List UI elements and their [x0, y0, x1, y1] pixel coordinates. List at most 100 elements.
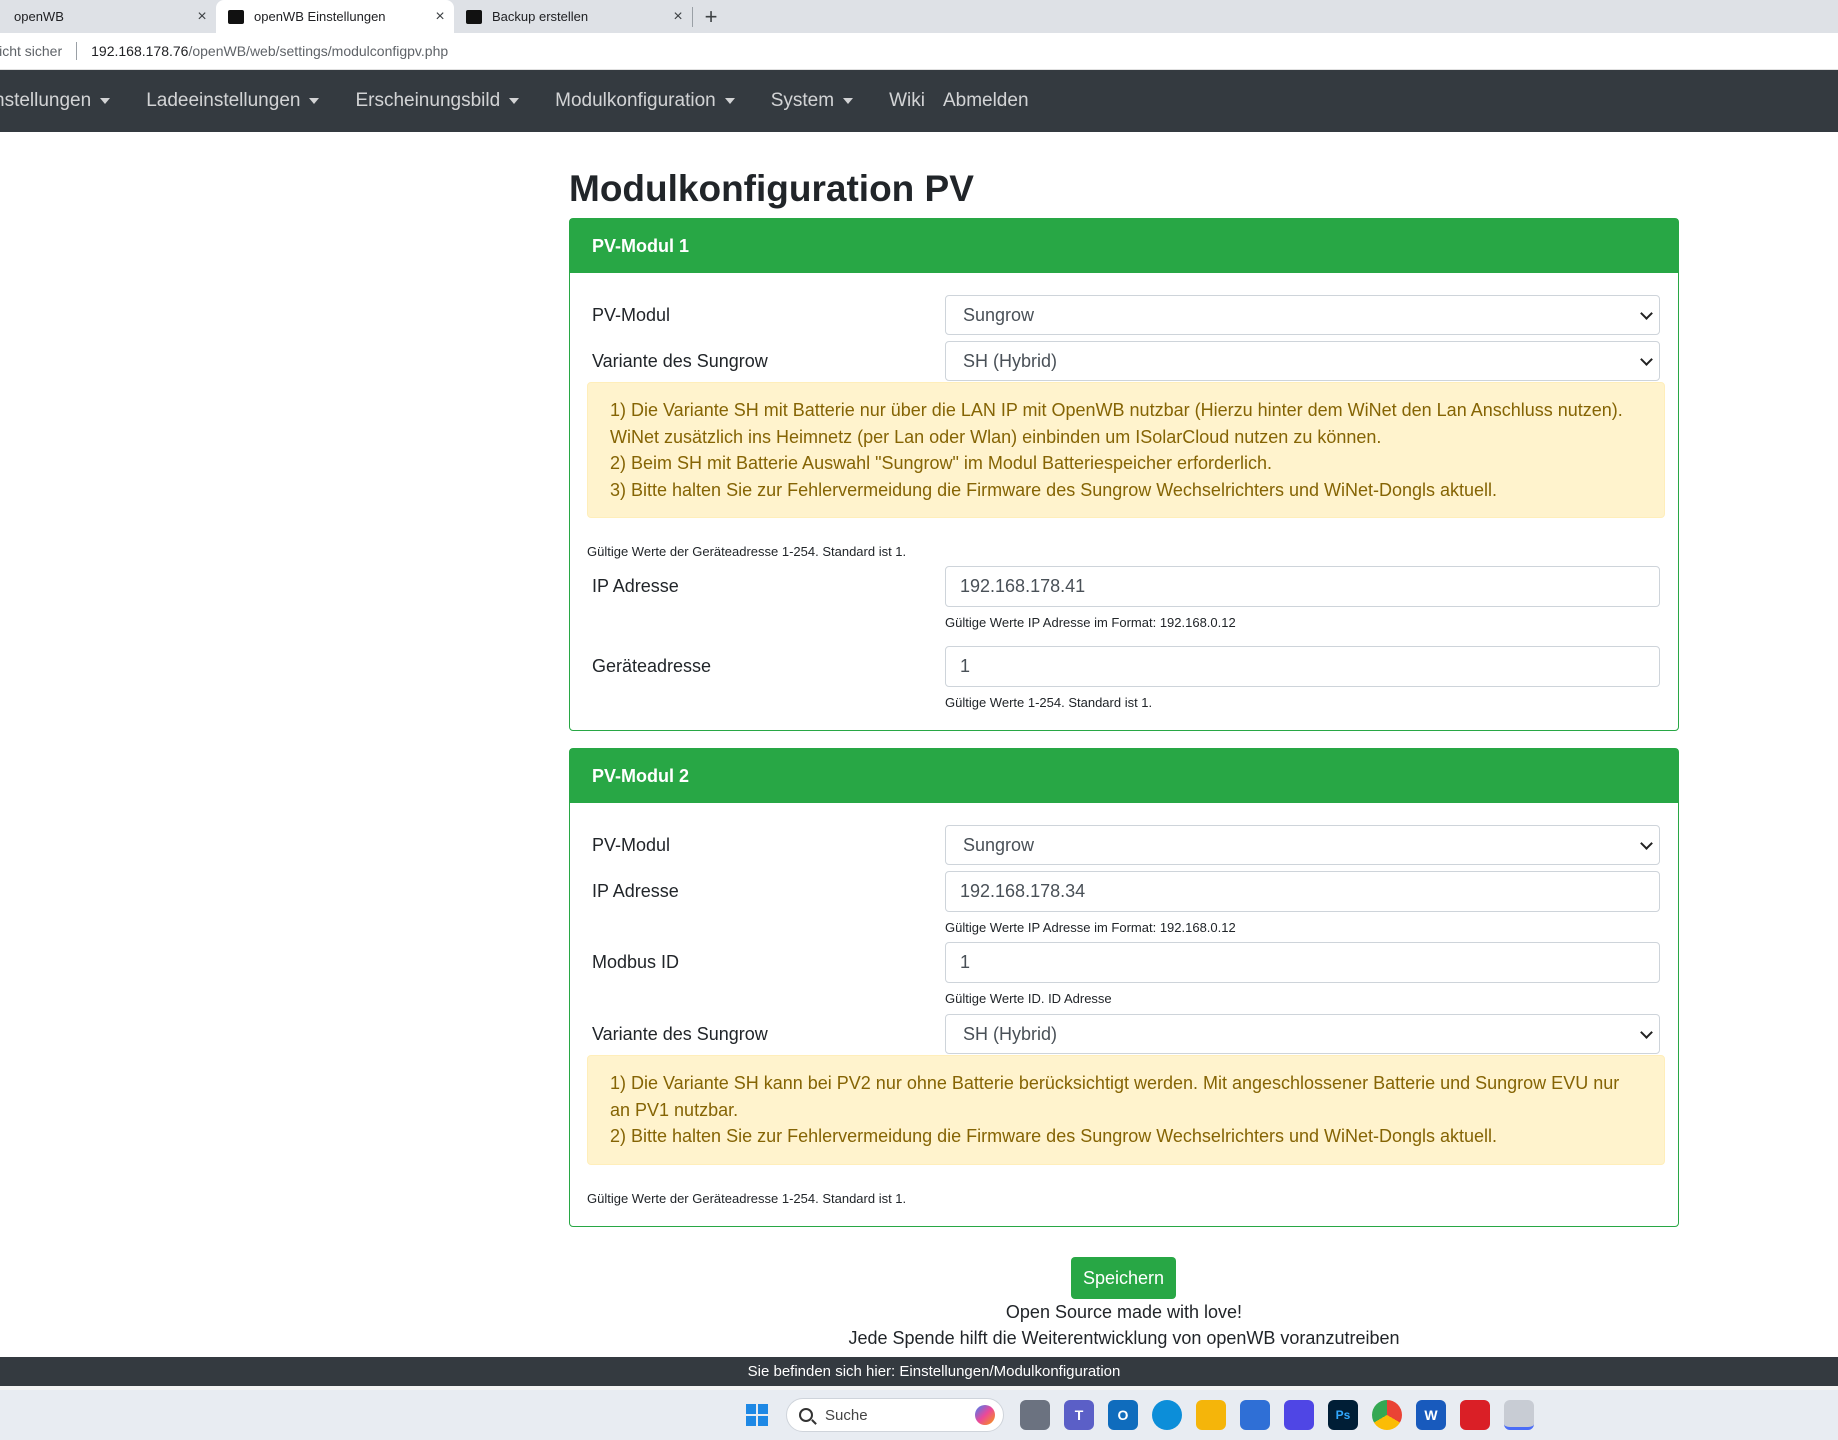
- word-icon[interactable]: W: [1416, 1400, 1446, 1430]
- ip-address-input[interactable]: 192.168.178.41: [945, 566, 1660, 607]
- outlook-icon[interactable]: O: [1108, 1400, 1138, 1430]
- copilot-icon[interactable]: [975, 1405, 995, 1425]
- footer-line-2: Jede Spende hilft die Weiterentwicklung …: [848, 1328, 1400, 1348]
- pv-modul-select[interactable]: Sungrow: [945, 295, 1660, 335]
- pv-modul-2-card: PV-Modul 2 PV-Modul Sungrow IP Adresse 1…: [569, 748, 1679, 1227]
- store-icon[interactable]: [1240, 1400, 1270, 1430]
- teams-icon[interactable]: T: [1064, 1400, 1094, 1430]
- nav-abmelden[interactable]: Abmelden: [925, 90, 1047, 112]
- form-row: PV-Modul Sungrow: [587, 825, 1660, 865]
- nav-label: Ladeeinstellungen: [146, 90, 301, 111]
- card-body: PV-Modul Sungrow IP Adresse 192.168.178.…: [570, 803, 1678, 1226]
- caret-down-icon: [509, 98, 520, 104]
- task-view-icon[interactable]: [1020, 1400, 1050, 1430]
- alert-line: 3) Bitte halten Sie zur Fehlervermeidung…: [610, 479, 1498, 500]
- select-value: SH (Hybrid): [963, 1023, 1058, 1044]
- select-value: Sungrow: [963, 304, 1035, 325]
- nav-label: Erscheinungsbild: [355, 90, 501, 111]
- nav-label: Wiki: [889, 90, 925, 111]
- select-value: SH (Hybrid): [963, 350, 1058, 371]
- nav-einstellungen[interactable]: nstellungen: [0, 90, 128, 112]
- nav-wiki[interactable]: Wiki: [871, 90, 925, 112]
- ip-help-text: Gültige Werte IP Adresse im Format: 192.…: [945, 615, 1236, 630]
- device-help-text: Gültige Werte 1-254. Standard ist 1.: [945, 695, 1153, 710]
- photoshop-icon[interactable]: Ps: [1328, 1400, 1358, 1430]
- chevron-down-icon: [1639, 838, 1653, 852]
- chevron-down-icon: [1639, 1027, 1653, 1041]
- browser-tab-label: openWB: [14, 9, 64, 24]
- footer-line-1: Open Source made with love!: [1005, 1302, 1243, 1322]
- device-address-help: Gültige Werte der Geräteadresse 1-254. S…: [587, 544, 907, 559]
- windows-taskbar: Suche T O Ps W: [0, 1390, 1838, 1440]
- caret-down-icon: [309, 98, 320, 104]
- chevron-down-icon: [1639, 354, 1653, 368]
- ip-address-input[interactable]: 192.168.178.34: [945, 871, 1660, 912]
- file-explorer-icon[interactable]: [1196, 1400, 1226, 1430]
- edge-icon[interactable]: [1152, 1400, 1182, 1430]
- app-icon[interactable]: [1284, 1400, 1314, 1430]
- form-row: Variante des Sungrow SH (Hybrid): [587, 1014, 1660, 1054]
- ctrl: Sungrow: [945, 295, 1660, 335]
- ctrl: 1 Gültige Werte 1-254. Standard ist 1.: [945, 646, 1660, 710]
- close-tab-icon[interactable]: ×: [188, 8, 216, 26]
- alert-line: 1) Die Variante SH kann bei PV2 nur ohne…: [610, 1073, 1620, 1120]
- nav-modulkonfiguration[interactable]: Modulkonfiguration: [537, 90, 753, 112]
- browser-tab-label: openWB Einstellungen: [254, 9, 386, 24]
- pv-modul-select[interactable]: Sungrow: [945, 825, 1660, 865]
- card-header: PV-Modul 1: [570, 219, 1678, 273]
- browser-tab-backup-erstellen[interactable]: Backup erstellen ×: [454, 0, 692, 33]
- chrome-icon[interactable]: [1372, 1400, 1402, 1430]
- device-address-help: Gültige Werte der Geräteadresse 1-254. S…: [587, 1190, 907, 1206]
- snipping-tool-icon[interactable]: [1504, 1400, 1534, 1430]
- openwb-favicon-icon: [228, 9, 244, 24]
- field-label: IP Adresse: [592, 576, 679, 596]
- url-host[interactable]: 192.168.178.76: [91, 43, 188, 59]
- nav-label: Modulkonfiguration: [555, 90, 716, 111]
- ctrl: 192.168.178.41 Gültige Werte IP Adresse …: [945, 566, 1660, 630]
- page-title: Modulkonfiguration PV: [569, 168, 974, 209]
- input-value: 192.168.178.41: [960, 576, 1086, 596]
- nav-label: Abmelden: [942, 90, 1029, 111]
- ctrl: Sungrow: [945, 825, 1660, 865]
- browser-tab-openwb-einstellungen[interactable]: openWB Einstellungen ×: [216, 0, 454, 33]
- nav-system[interactable]: System: [753, 90, 871, 112]
- form-row: PV-Modul Sungrow: [587, 295, 1660, 335]
- form-row: IP Adresse 192.168.178.41 Gültige Werte …: [587, 566, 1660, 630]
- alert-line: 2) Bitte halten Sie zur Fehlervermeidung…: [610, 1126, 1498, 1146]
- browser-tab-openwb[interactable]: openWB ×: [0, 0, 216, 33]
- security-indicator[interactable]: licht sicher: [0, 43, 62, 59]
- location-statusbar: Sie befinden sich hier: Einstellungen/Mo…: [0, 1357, 1838, 1386]
- alert-line: 1) Die Variante SH mit Batterie nur über…: [610, 400, 1623, 420]
- sungrow-variant-select[interactable]: SH (Hybrid): [945, 1014, 1660, 1054]
- nav-erscheinungsbild[interactable]: Erscheinungsbild: [337, 90, 537, 112]
- address-bar[interactable]: licht sicher 192.168.178.76 /openWB/web/…: [0, 33, 1838, 70]
- creative-cloud-icon[interactable]: [1460, 1400, 1490, 1430]
- input-value: 1: [960, 656, 971, 676]
- modbus-id-input[interactable]: 1: [945, 942, 1660, 983]
- alert-line: WiNet zusätzlich ins Heimnetz (per Lan o…: [610, 426, 1382, 447]
- sungrow-variant-select[interactable]: SH (Hybrid): [945, 341, 1660, 381]
- taskbar-search-box[interactable]: Suche: [786, 1398, 1004, 1432]
- pv-modul-1-card: PV-Modul 1 PV-Modul Sungrow Variante des…: [569, 218, 1679, 731]
- search-label: Suche: [825, 1406, 868, 1424]
- field-label: Variante des Sungrow: [592, 1023, 768, 1044]
- url-path[interactable]: /openWB/web/settings/modulconfigpv.php: [188, 43, 448, 59]
- form-row: Variante des Sungrow SH (Hybrid): [587, 341, 1660, 381]
- info-alert: 1) Die Variante SH mit Batterie nur über…: [587, 382, 1665, 518]
- ctrl: 192.168.178.34 Gültige Werte IP Adresse …: [945, 871, 1660, 935]
- windows-start-icon[interactable]: [742, 1400, 772, 1430]
- save-button[interactable]: Speichern: [1071, 1257, 1176, 1299]
- footer-text: Open Source made with love! Jede Spende …: [569, 1302, 1679, 1349]
- nav-ladeeinstellungen[interactable]: Ladeeinstellungen: [128, 90, 337, 112]
- openwb-favicon-icon: [466, 9, 482, 24]
- field-label: IP Adresse: [592, 881, 679, 901]
- device-address-input[interactable]: 1: [945, 646, 1660, 687]
- close-tab-icon[interactable]: ×: [426, 8, 454, 26]
- card-body: PV-Modul Sungrow Variante des Sungrow SH…: [570, 273, 1678, 730]
- nav-label: System: [770, 90, 835, 111]
- close-tab-icon[interactable]: ×: [664, 8, 692, 26]
- field-label: PV-Modul: [592, 304, 671, 325]
- select-value: Sungrow: [963, 834, 1035, 855]
- search-icon: [799, 1408, 813, 1422]
- new-tab-plus-icon[interactable]: +: [693, 0, 729, 33]
